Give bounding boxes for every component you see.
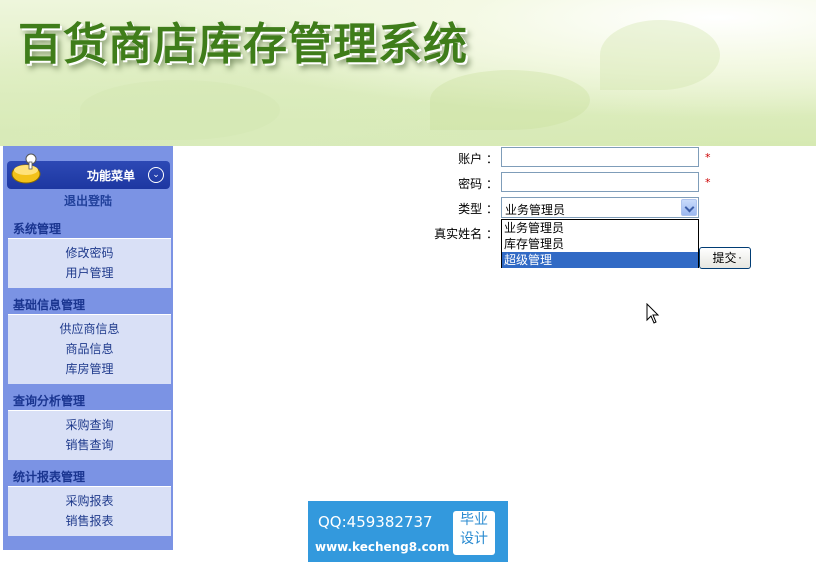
watermark-badge: 毕业 设计 <box>453 511 495 555</box>
menu-item-sales-query[interactable]: 销售查询 <box>8 435 171 455</box>
group-title-reports[interactable]: 统计报表管理 <box>13 468 85 485</box>
sidebar: 功能菜单 ⌄ 退出登陆 系统管理 修改密码 用户管理 基础信息管理 供应商信息 … <box>3 146 173 550</box>
type-option-super-admin[interactable]: 超级管理 <box>502 252 698 268</box>
menu-item-supplier-info[interactable]: 供应商信息 <box>8 319 171 339</box>
type-select-value: 业务管理员 <box>505 203 566 217</box>
watermark-url: www.kecheng8.com <box>315 540 450 554</box>
account-label: 账户 ： <box>458 152 498 166</box>
account-required-mark: * <box>705 151 711 164</box>
group-system: 修改密码 用户管理 <box>8 238 171 288</box>
logout-link[interactable]: 退出登陆 <box>3 192 173 209</box>
type-option-inventory-manager[interactable]: 库存管理员 <box>502 236 698 252</box>
watermark-qq: QQ:459382737 <box>318 513 433 531</box>
app-title: 百货商店库存管理系统 <box>18 19 468 70</box>
menu-item-sales-report[interactable]: 销售报表 <box>8 511 171 531</box>
submit-button[interactable]: 提交 <box>699 247 751 269</box>
type-label: 类型 ： <box>458 202 498 216</box>
header-banner: 百货商店库存管理系统 <box>0 0 816 146</box>
group-title-query[interactable]: 查询分析管理 <box>13 392 85 409</box>
menu-item-change-password[interactable]: 修改密码 <box>8 243 171 263</box>
watermark-badge-line2: 设计 <box>460 531 488 547</box>
sack-icon <box>11 153 41 184</box>
type-option-business-manager[interactable]: 业务管理员 <box>502 220 698 236</box>
menu-item-purchase-report[interactable]: 采购报表 <box>8 491 171 511</box>
group-reports: 采购报表 销售报表 <box>8 486 171 536</box>
menu-item-product-info[interactable]: 商品信息 <box>8 339 171 359</box>
password-label: 密码 ： <box>458 177 498 191</box>
menu-title: 功能菜单 <box>87 169 136 183</box>
password-required-mark: * <box>705 176 711 189</box>
account-input[interactable] <box>501 147 699 167</box>
dropdown-arrow-icon[interactable] <box>681 199 697 216</box>
mouse-cursor-icon <box>646 303 660 324</box>
leaf-decoration <box>80 80 280 140</box>
type-select[interactable]: 业务管理员 <box>501 197 699 218</box>
realname-label: 真实姓名 ： <box>434 227 498 241</box>
watermark-banner: QQ:459382737 www.kecheng8.com 毕业 设计 <box>308 501 508 562</box>
group-basic-info: 供应商信息 商品信息 库房管理 <box>8 314 171 384</box>
menu-item-user-management[interactable]: 用户管理 <box>8 263 171 283</box>
group-title-system[interactable]: 系统管理 <box>13 220 61 237</box>
chevron-down-icon[interactable]: ⌄ <box>148 167 164 183</box>
menu-item-purchase-query[interactable]: 采购查询 <box>8 415 171 435</box>
leaf-decoration <box>430 70 590 130</box>
type-dropdown-list[interactable]: 业务管理员 库存管理员 超级管理 <box>501 219 699 268</box>
menu-item-warehouse-management[interactable]: 库房管理 <box>8 359 171 379</box>
leaf-decoration <box>600 20 720 90</box>
menu-header[interactable]: 功能菜单 ⌄ <box>7 153 170 189</box>
group-title-basic-info[interactable]: 基础信息管理 <box>13 296 85 313</box>
watermark-badge-line1: 毕业 <box>460 512 488 528</box>
group-query: 采购查询 销售查询 <box>8 410 171 460</box>
password-input[interactable] <box>501 172 699 192</box>
